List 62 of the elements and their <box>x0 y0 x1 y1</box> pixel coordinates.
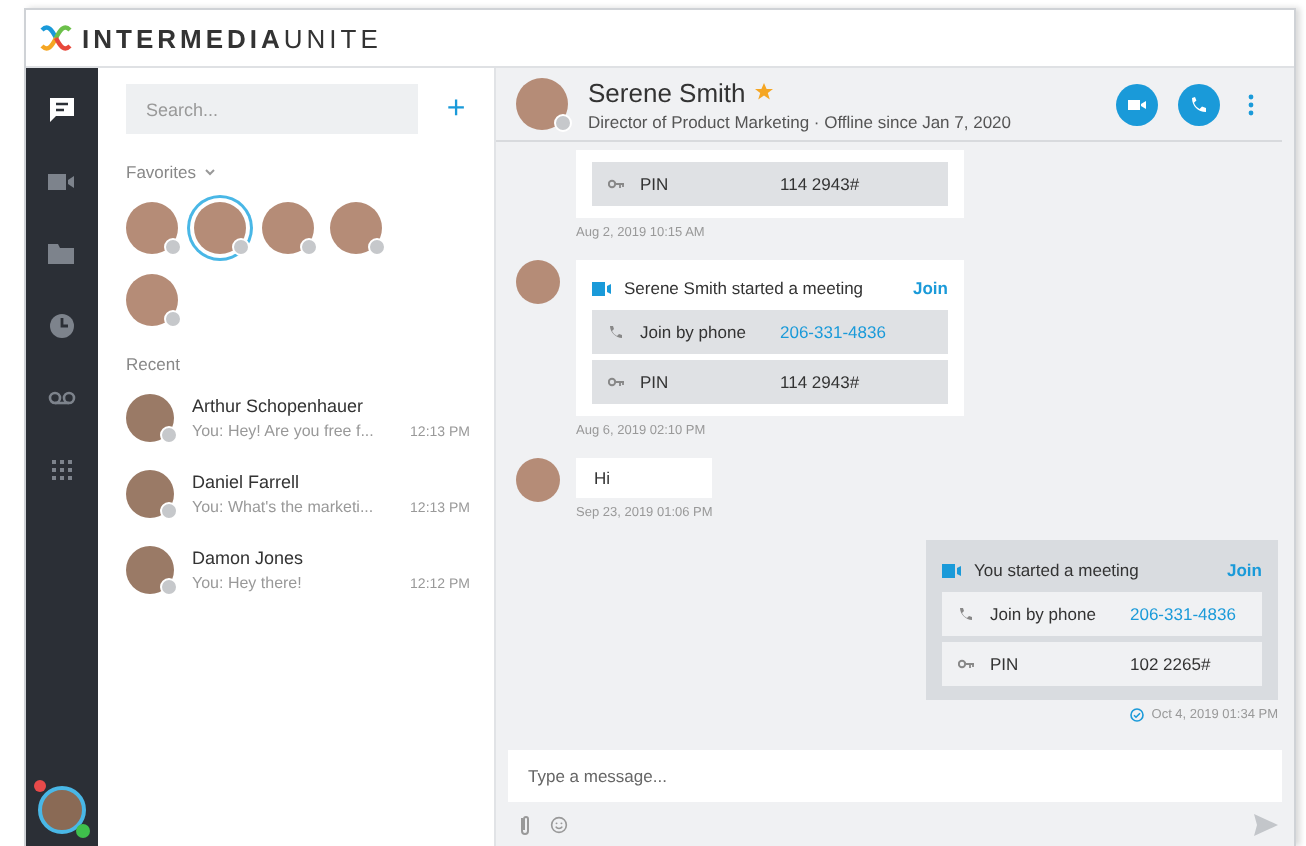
pin-value: 102 2265# <box>1130 654 1211 674</box>
paperclip-icon[interactable] <box>516 813 534 835</box>
dialpad-icon[interactable] <box>48 456 76 484</box>
call-button[interactable] <box>1178 83 1220 125</box>
contact-name[interactable]: Daniel Farrell <box>192 472 393 492</box>
row-label: Join by phone <box>990 604 1098 624</box>
favorite-avatar[interactable] <box>330 202 382 254</box>
brand-name: INTERMEDIA UNITE <box>82 23 382 53</box>
favorites-label: Favorites <box>126 162 196 182</box>
contact-name[interactable]: Arthur Schopenhauer <box>192 396 393 416</box>
clock-icon[interactable] <box>48 312 76 340</box>
message-preview: You: Hey there! <box>192 574 304 592</box>
add-button[interactable]: + <box>442 91 470 127</box>
favorite-avatar[interactable] <box>262 202 314 254</box>
message-field[interactable]: Type a message... <box>508 750 1282 802</box>
avatar <box>516 260 560 304</box>
join-button[interactable]: Join <box>913 278 948 298</box>
contact-avatar <box>516 78 568 130</box>
contact-name: Serene Smith <box>588 77 746 107</box>
phone-link[interactable]: 206-331-4836 <box>1130 604 1236 624</box>
meeting-title: Serene Smith started a meeting <box>624 278 866 298</box>
message-preview: You: What's the marketi... <box>192 498 376 516</box>
folder-icon[interactable] <box>48 240 76 268</box>
join-button[interactable]: Join <box>1227 560 1262 580</box>
caret-icon[interactable] <box>203 168 216 176</box>
favorite-avatar[interactable] <box>126 274 178 326</box>
contact-name[interactable]: Damon Jones <box>192 548 393 568</box>
favorite-avatar[interactable] <box>126 202 178 254</box>
message-bubble: Hi <box>576 458 713 498</box>
avatar[interactable] <box>126 546 174 594</box>
logo-icon <box>38 24 74 52</box>
search-field[interactable]: Search... <box>126 84 418 134</box>
phone-link[interactable]: 206-331-4836 <box>780 322 886 342</box>
send-icon[interactable] <box>1254 813 1278 835</box>
row-label: Join by phone <box>640 322 748 342</box>
phone-icon <box>958 606 974 622</box>
message-preview: You: Hey! Are you free f... <box>192 422 376 440</box>
key-icon <box>608 176 624 192</box>
pin-value: 114 2943# <box>780 174 860 194</box>
row-label: PIN <box>640 174 671 194</box>
avatar <box>516 458 560 502</box>
video-icon <box>592 281 612 295</box>
user-avatar[interactable] <box>38 786 86 834</box>
star-icon[interactable] <box>753 82 774 102</box>
video-call-button[interactable] <box>1116 83 1158 125</box>
contact-status: Director of Product Marketing · Offline since Jan 7, 2020 <box>588 111 1013 131</box>
avatar[interactable] <box>126 470 174 518</box>
phone-icon <box>1188 93 1210 115</box>
avatar[interactable] <box>126 394 174 442</box>
key-icon <box>608 374 624 390</box>
recent-label: Recent <box>126 354 180 374</box>
key-icon <box>958 656 974 672</box>
row-label: PIN <box>640 372 671 392</box>
favorite-avatar[interactable] <box>194 202 246 254</box>
phone-icon <box>608 324 624 340</box>
row-label: PIN <box>990 654 1021 674</box>
pin-value: 114 2943# <box>780 372 860 392</box>
video-icon[interactable] <box>48 168 76 196</box>
chat-icon[interactable] <box>48 96 76 124</box>
emoji-icon[interactable] <box>550 813 568 835</box>
meeting-title: You started a meeting <box>974 560 1141 580</box>
video-icon <box>942 563 962 577</box>
